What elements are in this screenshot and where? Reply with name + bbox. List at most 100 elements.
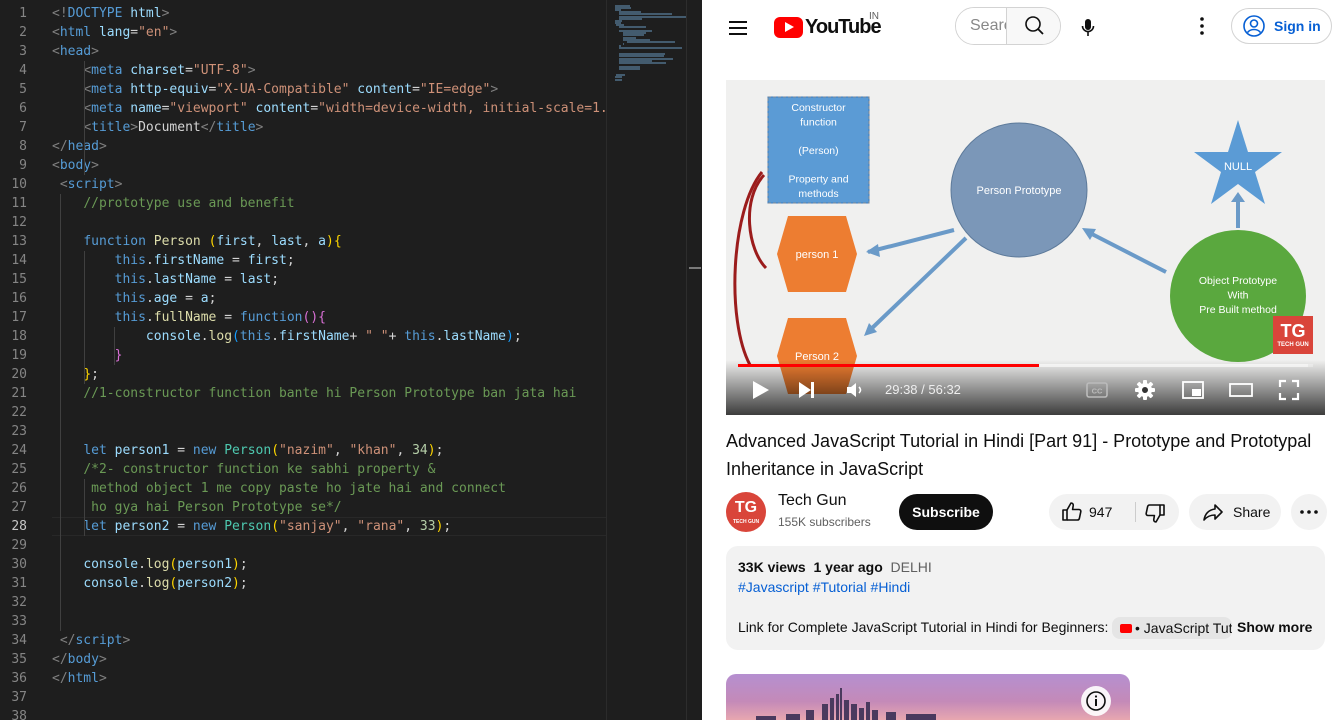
code-line[interactable]: this.lastName = last; (52, 270, 279, 289)
code-token: new (192, 443, 217, 458)
channel-avatar[interactable]: TG TECH GUN (726, 492, 766, 532)
code-token: = (310, 101, 319, 116)
code-line[interactable]: <meta name="viewport" content="width=dev… (52, 99, 606, 118)
line-number: 1 (19, 6, 27, 21)
code-area[interactable]: <!DOCTYPE html> <html lang="en"> <head> <m… (52, 0, 606, 720)
line-number: 19 (11, 348, 27, 363)
null-label: NULL (1224, 161, 1252, 173)
code-line[interactable]: <head> (52, 42, 99, 61)
code-token: last (271, 234, 303, 249)
minimap-line (623, 42, 624, 45)
youtube-logo[interactable]: YouTube (774, 15, 882, 39)
code-token: , (302, 234, 319, 249)
code-line[interactable]: //prototype use and benefit (52, 194, 294, 213)
next-button[interactable] (796, 378, 818, 402)
voice-search-button[interactable] (1076, 8, 1100, 48)
code-line[interactable]: this.age = a; (52, 289, 217, 308)
code-line[interactable]: function Person (first, last, a){ (52, 232, 341, 251)
thumbs-down-icon (1145, 504, 1165, 523)
hashtag-link[interactable]: #Javascript (738, 579, 809, 595)
editor-scrollbar[interactable] (686, 0, 702, 720)
line-number: 25 (11, 462, 27, 477)
code-line[interactable]: let person2 = new Person("sanjay", "rana… (52, 517, 451, 536)
description-box[interactable]: 33K views 1 year ago DELHI #Javascript #… (726, 546, 1325, 650)
line-number: 15 (11, 272, 27, 287)
code-line[interactable]: </html> (52, 669, 107, 688)
country-code: IN (869, 11, 879, 22)
youtube-icon (1120, 624, 1132, 633)
captions-button[interactable]: CC (1085, 378, 1109, 402)
code-line[interactable]: //1-constructor function bante hi Person… (52, 384, 576, 403)
code-line[interactable]: console.log(person1); (52, 555, 247, 574)
code-token: this (114, 253, 146, 268)
search-button[interactable] (1006, 8, 1060, 44)
code-line[interactable]: </body> (52, 650, 107, 669)
code-line[interactable]: ho gya hai Person Prototype se*/ (52, 498, 341, 517)
playlist-link-chip[interactable]: • JavaScript Tut (1112, 617, 1232, 639)
code-line[interactable]: method object 1 me copy paste ho jate ha… (52, 479, 506, 498)
dislike-button[interactable] (1137, 494, 1179, 530)
code-token: = (185, 63, 193, 78)
line-number: 5 (19, 82, 27, 97)
code-line[interactable]: <script> (52, 175, 123, 194)
play-button[interactable] (750, 378, 772, 402)
next-video-thumbnail[interactable] (726, 674, 1130, 720)
code-line[interactable]: this.fullName = function(){ (52, 308, 326, 327)
share-button[interactable]: Share (1189, 494, 1281, 530)
code-line[interactable]: <body> (52, 156, 99, 175)
settings-button[interactable] (1133, 378, 1157, 402)
code-line[interactable]: <!DOCTYPE html> (52, 4, 169, 23)
like-button[interactable]: 947 (1049, 494, 1133, 530)
video-player[interactable]: Constructor function (Person) Property and m… (726, 80, 1325, 415)
code-line[interactable]: } (52, 346, 123, 365)
code-line[interactable]: console.log(this.firstName+ " "+ this.la… (52, 327, 522, 346)
person-prototype-label: Person Prototype (977, 185, 1062, 197)
code-line[interactable]: <html lang="en"> (52, 23, 177, 42)
more-actions-button[interactable] (1291, 494, 1327, 530)
minimap[interactable] (606, 0, 687, 720)
code-line[interactable]: </head> (52, 137, 107, 156)
code-token: function (239, 310, 303, 325)
code-line[interactable]: <meta charset="UTF-8"> (52, 61, 255, 80)
minimap-line (619, 17, 642, 20)
search-input[interactable] (956, 8, 1006, 44)
code-line[interactable]: /*2- constructor function ke sabhi prope… (52, 460, 435, 479)
code-token: ; (239, 576, 248, 591)
sign-in-button[interactable]: Sign in (1231, 8, 1332, 44)
progress-bar[interactable] (738, 364, 1313, 367)
code-token: "IE=edge" (419, 82, 491, 97)
info-button[interactable] (1081, 686, 1111, 716)
code-token: . (145, 253, 154, 268)
line-number: 28 (11, 519, 27, 534)
code-token: 34 (412, 443, 428, 458)
more-horizontal-icon (1300, 510, 1318, 514)
code-line[interactable]: console.log(person2); (52, 574, 248, 593)
code-token: head (59, 44, 92, 59)
channel-name[interactable]: Tech Gun (778, 492, 846, 510)
show-more-button[interactable]: Show more (1237, 619, 1312, 635)
code-token: DOCTYPE (67, 6, 123, 21)
subscribe-button[interactable]: Subscribe (899, 494, 993, 530)
miniplayer-button[interactable] (1181, 378, 1205, 402)
code-token: html (67, 671, 99, 686)
code-editor[interactable]: 1 2 3 4 5 6 7 8 9 10 11 12 13 14 15 16 17 18 19 20 21 22 23 24 2… (0, 0, 702, 720)
slide-text: Object Prototype (1199, 275, 1277, 287)
code-line[interactable]: let person1 = new Person("nazim", "khan"… (52, 441, 443, 460)
theater-mode-button[interactable] (1229, 378, 1253, 402)
code-line[interactable]: this.firstName = first; (52, 251, 295, 270)
channel-watermark[interactable]: TG TECH GUN (1273, 316, 1313, 354)
hashtag-link[interactable]: #Tutorial (813, 579, 867, 595)
code-line[interactable]: </script> (52, 631, 130, 650)
fullscreen-button[interactable] (1277, 378, 1301, 402)
like-dislike-group: 947 (1049, 494, 1179, 530)
settings-more-icon[interactable] (1190, 14, 1214, 38)
hashtag-link[interactable]: #Hindi (871, 579, 911, 595)
code-line[interactable]: <meta http-equiv="X-UA-Compatible" conte… (52, 80, 498, 99)
scrollbar-thumb[interactable] (689, 267, 701, 269)
menu-icon[interactable] (726, 16, 750, 40)
mute-button[interactable] (844, 378, 866, 402)
